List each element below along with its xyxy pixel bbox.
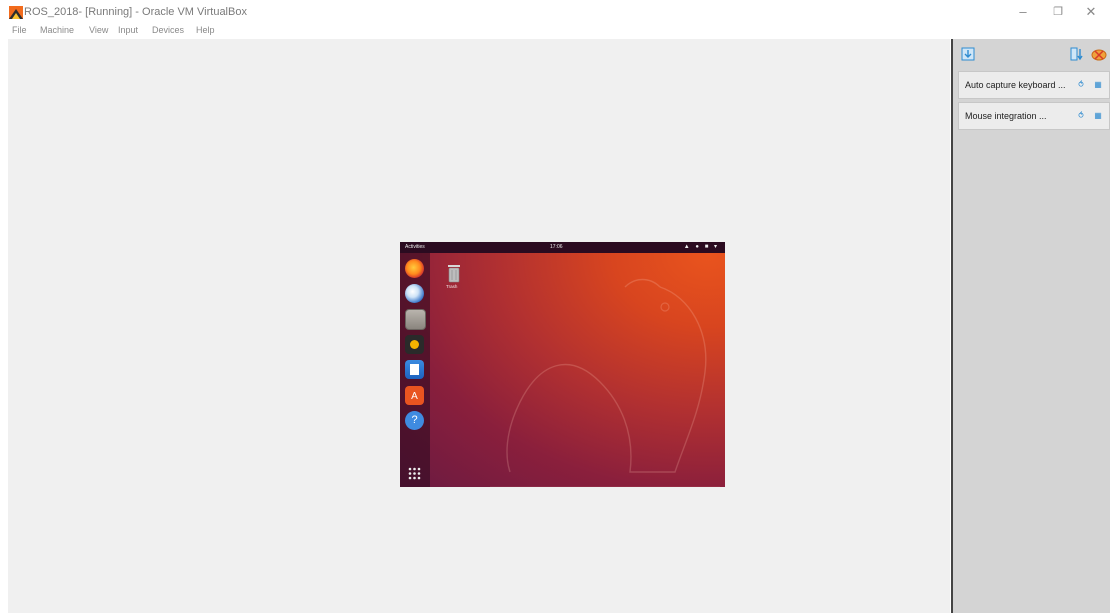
settings-icon[interactable]: ⥀ xyxy=(1076,111,1086,121)
menu-bar: File Machine View Input Devices Help xyxy=(0,25,940,39)
menu-machine[interactable]: Machine xyxy=(40,25,74,35)
title-bar: ROS_2018- [Running] - Oracle VM VirtualB… xyxy=(0,0,1110,24)
ubuntu-top-bar: Activities 17:06 ▲ ● ■ ▾ xyxy=(400,242,725,253)
restore-button[interactable]: ❐ xyxy=(1048,4,1068,20)
settings-icon[interactable]: ⥀ xyxy=(1076,80,1086,90)
menu-help[interactable]: Help xyxy=(196,25,215,35)
trash-label: Trash xyxy=(446,284,458,289)
writer-icon[interactable] xyxy=(405,360,424,379)
notification-mouse-integration[interactable]: Mouse integration ... ⥀ ▦ xyxy=(958,102,1110,130)
clear-notifications-icon[interactable] xyxy=(1091,47,1107,61)
side-panel-toolbar xyxy=(953,39,1110,69)
notification-label: Auto capture keyboard ... xyxy=(965,80,1066,90)
clock[interactable]: 17:06 xyxy=(550,244,563,250)
activities-button[interactable]: Activities xyxy=(405,244,425,250)
menu-view[interactable]: View xyxy=(89,25,108,35)
rhythmbox-icon[interactable] xyxy=(405,335,424,354)
notification-label: Mouse integration ... xyxy=(965,111,1047,121)
window-title: ROS_2018- [Running] - Oracle VM VirtualB… xyxy=(24,6,247,18)
system-tray[interactable]: ▲ ● ■ ▾ xyxy=(684,243,719,250)
notification-auto-capture-keyboard[interactable]: Auto capture keyboard ... ⥀ ▦ xyxy=(958,71,1110,99)
collapse-all-icon[interactable] xyxy=(1070,47,1084,61)
minimize-button[interactable]: – xyxy=(1013,4,1033,20)
virtualbox-app-icon xyxy=(9,6,23,19)
wallpaper-beaver-icon xyxy=(490,278,720,487)
trash-icon[interactable] xyxy=(445,262,463,286)
ubuntu-dock: A ? xyxy=(400,253,430,487)
guest-desktop[interactable]: Activities 17:06 ▲ ● ■ ▾ A ? Trash xyxy=(400,242,725,487)
pin-icon[interactable]: ▦ xyxy=(1093,80,1103,90)
close-button[interactable]: ✕ xyxy=(1081,4,1101,20)
pin-icon[interactable]: ▦ xyxy=(1093,111,1103,121)
thunderbird-icon[interactable] xyxy=(405,284,424,303)
notification-side-panel: Auto capture keyboard ... ⥀ ▦ Mouse inte… xyxy=(951,39,1110,613)
firefox-icon[interactable] xyxy=(405,259,424,278)
keyboard-pin-icon[interactable] xyxy=(961,47,975,61)
menu-devices[interactable]: Devices xyxy=(152,25,184,35)
show-apps-icon[interactable] xyxy=(405,464,424,483)
software-center-icon[interactable]: A xyxy=(405,386,424,405)
files-icon[interactable] xyxy=(405,309,426,330)
menu-input[interactable]: Input xyxy=(118,25,138,35)
menu-file[interactable]: File xyxy=(12,25,27,35)
help-icon[interactable]: ? xyxy=(405,411,424,430)
